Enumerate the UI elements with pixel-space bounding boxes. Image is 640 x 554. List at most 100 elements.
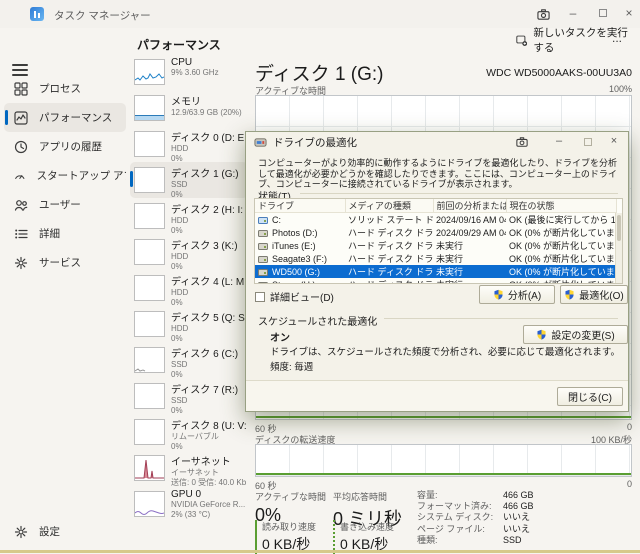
drive-row[interactable]: Steam (H:) ハード ディスク ドライブ未実行OK (0% が断片化して… <box>255 278 616 284</box>
drive-icon <box>258 282 268 285</box>
sidebar-item-services[interactable]: サービス <box>4 248 126 277</box>
drive-list[interactable]: ドライブ メディアの種類 前回の分析または最... 現在の状態 C: ソリッド … <box>254 198 623 284</box>
perf-item-disk1[interactable]: ディスク 1 (G:) SSD 0% <box>130 162 248 198</box>
window-title: タスク マネージャー <box>54 8 151 23</box>
close-button[interactable]: × <box>620 6 638 22</box>
perf-item-disk5[interactable]: ディスク 5 (Q: S:) HDD 0% <box>130 306 248 342</box>
history-icon <box>14 140 28 154</box>
sidebar-item-users[interactable]: ユーザー <box>4 190 126 219</box>
settings-label: 設定 <box>39 524 60 539</box>
sidebar-item-label: スタートアップ アプリ <box>37 168 126 183</box>
sidebar-item-processes[interactable]: プロセス <box>4 74 126 103</box>
capture-overlay-icon <box>534 6 552 22</box>
change-settings-button[interactable]: 設定の変更(S) <box>523 325 628 344</box>
drive-icon <box>258 243 268 250</box>
drive-row[interactable]: iTunes (E:) ハード ディスク ドライブ未実行OK (0% が断片化し… <box>255 239 616 252</box>
schedule-frequency: 頻度: 毎週 <box>270 359 313 373</box>
perf-item-ethernet[interactable]: イーサネット イーサネット 送信: 0 受信: 40.0 Kbps <box>130 450 248 486</box>
drive-row[interactable]: C: ソリッド ステート ドライブ2024/09/16 AM 04...OK (… <box>255 213 616 227</box>
disk-mini-chart <box>134 347 165 373</box>
read-speed-label: 読み取り速度 <box>262 520 329 533</box>
col-header-drive[interactable]: ドライブ <box>255 199 345 213</box>
device-model: WDC WD5000AAKS-00UU3A0 <box>486 67 632 79</box>
dialog-footer: 閉じる(C) <box>246 380 628 411</box>
advanced-view-checkbox[interactable]: 詳細ビュー(D) <box>255 289 334 304</box>
perf-item-disk6[interactable]: ディスク 6 (C:) SSD 0% <box>130 342 248 378</box>
sidebar-item-label: ユーザー <box>39 197 81 212</box>
advanced-view-label: 詳細ビュー(D) <box>270 289 334 304</box>
sidebar-item-label: サービス <box>39 255 81 270</box>
sidebar: プロセス パフォーマンス アプリの履歴 スタートアップ アプリ <box>0 28 128 550</box>
col-header-media-type[interactable]: メディアの種類 <box>345 199 433 213</box>
uac-shield-icon <box>536 329 547 340</box>
disk-mini-chart <box>134 167 165 193</box>
sidebar-item-label: パフォーマンス <box>39 110 112 125</box>
task-manager-app-icon <box>30 7 44 21</box>
more-options-button[interactable]: ... <box>604 29 630 51</box>
dialog-minimize-button[interactable]: – <box>551 135 567 149</box>
disk-mini-chart <box>134 383 165 409</box>
drive-row[interactable]: Seagate3 (F:) ハード ディスク ドライブ未実行OK (0% が断片… <box>255 252 616 265</box>
disk-mini-chart <box>134 131 165 157</box>
disk-properties: 容量:466 GB フォーマット済み:466 GB システム ディスク:いいえ … <box>417 490 627 546</box>
performance-list: CPU 9% 3.60 GHz メモリ 12.9/63.9 GB (20%) デ… <box>130 54 248 553</box>
dialog-close-button[interactable]: × <box>606 135 622 149</box>
sidebar-item-settings[interactable]: 設定 <box>4 517 124 546</box>
read-speed-stat: 読み取り速度 0 KB/秒 <box>255 520 329 554</box>
close-dialog-button[interactable]: 閉じる(C) <box>557 387 623 406</box>
disk-mini-chart <box>134 419 165 445</box>
window-titlebar: タスク マネージャー – × <box>0 0 640 28</box>
col-header-last-run[interactable]: 前回の分析または最... <box>433 199 506 213</box>
perf-item-disk4[interactable]: ディスク 4 (L: M: N: O:) HDD 0% <box>130 270 248 306</box>
disk-mini-chart <box>134 311 165 337</box>
perf-item-disk0[interactable]: ディスク 0 (D: E: F:) HDD 0% <box>130 126 248 162</box>
perf-item-disk7[interactable]: ディスク 7 (R:) SSD 0% <box>130 378 248 414</box>
write-speed-stat: 書き込み速度 0 KB/秒 <box>333 520 413 554</box>
perf-item-cpu[interactable]: CPU 9% 3.60 GHz <box>130 54 248 90</box>
schedule-description: ドライブは、スケジュールされた頻度で分析され、必要に応じて最適化されます。 <box>270 344 620 358</box>
sidebar-item-app-history[interactable]: アプリの履歴 <box>4 132 126 161</box>
perf-item-memory[interactable]: メモリ 12.9/63.9 GB (20%) <box>130 90 248 126</box>
drive-row-selected[interactable]: WD500 (G:) ハード ディスク ドライブ未実行OK (0% が断片化して… <box>255 265 616 278</box>
schedule-state: オン <box>270 329 290 344</box>
list-scrollbar[interactable] <box>615 213 622 283</box>
drive-icon <box>258 230 268 237</box>
sidebar-item-label: 詳細 <box>39 226 60 241</box>
perf-item-disk8[interactable]: ディスク 8 (U: V:) リムーバブル 0% <box>130 414 248 450</box>
checkbox-box[interactable] <box>255 292 265 302</box>
sidebar-item-performance[interactable]: パフォーマンス <box>4 103 126 132</box>
analyze-button[interactable]: 分析(A) <box>479 285 555 304</box>
services-icon <box>14 256 28 270</box>
optimize-drives-dialog: ドライブの最適化 – × コンピューターがより効率的に動作するようにドライブを最… <box>245 131 629 412</box>
col-header-current-status[interactable]: 現在の状態 <box>506 199 616 213</box>
dialog-description: コンピューターがより効率的に動作するようにドライブを最適化したり、ドライブを分析… <box>258 158 620 189</box>
avg-response-stat-label: 平均応答時間 <box>333 490 413 503</box>
sidebar-item-label: プロセス <box>39 81 81 96</box>
processes-icon <box>14 82 28 96</box>
sidebar-item-label: アプリの履歴 <box>39 139 102 154</box>
disk-mini-chart <box>134 239 165 265</box>
capture-overlay-icon <box>514 135 530 149</box>
maximize-button[interactable] <box>594 6 612 22</box>
transfer-rate-chart <box>255 444 632 477</box>
memory-mini-chart <box>134 95 165 121</box>
performance-icon <box>14 111 28 125</box>
minimize-button[interactable]: – <box>564 6 582 22</box>
sidebar-item-startup-apps[interactable]: スタートアップ アプリ <box>4 161 126 190</box>
perf-item-disk3[interactable]: ディスク 3 (K:) HDD 0% <box>130 234 248 270</box>
perf-item-gpu0[interactable]: GPU 0 NVIDIA GeForce R... 2% (33 °C) <box>130 486 248 522</box>
optimize-button[interactable]: 最適化(O) <box>560 285 628 304</box>
disk-mini-chart <box>134 203 165 229</box>
dialog-maximize-button <box>580 135 596 149</box>
sidebar-item-details[interactable]: 詳細 <box>4 219 126 248</box>
disk-mini-chart <box>134 275 165 301</box>
drive-icon <box>258 269 268 276</box>
new-task-icon <box>516 34 527 47</box>
schedule-group-label: スケジュールされた最適化 <box>258 313 377 328</box>
perf-item-disk2[interactable]: ディスク 2 (H: I: J:) HDD 0% <box>130 198 248 234</box>
drive-row[interactable]: Photos (D:) ハード ディスク ドライブ2024/09/29 AM 0… <box>255 226 616 239</box>
active-time-stat-label: アクティブな時間 <box>255 490 329 503</box>
uac-shield-icon <box>564 289 575 300</box>
details-icon <box>14 227 28 241</box>
dialog-title: ドライブの最適化 <box>273 135 357 150</box>
